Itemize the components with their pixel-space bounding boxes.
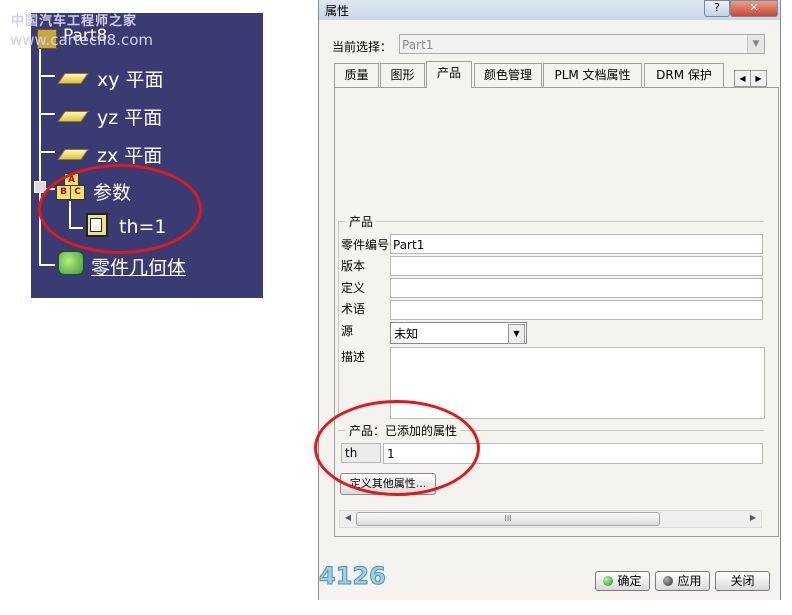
tab-scroll-left-icon[interactable]: ◀ bbox=[734, 70, 751, 87]
help-button[interactable]: ? bbox=[704, 0, 730, 17]
tree-trunk-line bbox=[39, 48, 41, 266]
define-other-properties-button[interactable]: 定义其他属性... bbox=[340, 473, 436, 495]
tree-item-label: yz 平面 bbox=[97, 107, 163, 129]
horizontal-scrollbar[interactable]: ◀ III ▶ bbox=[339, 510, 762, 528]
tab-drm-protection[interactable]: DRM 保护 bbox=[644, 63, 724, 87]
apply-button[interactable]: 应用 bbox=[655, 571, 710, 591]
tree-branch-line bbox=[39, 264, 55, 266]
tree-item-label: 参数 bbox=[93, 182, 132, 204]
collapse-toggle-icon[interactable] bbox=[34, 181, 46, 193]
tree-sub-trunk-line bbox=[69, 201, 71, 229]
tree-item-label: 零件几何体 bbox=[91, 257, 187, 279]
tree-item-label: th=1 bbox=[119, 216, 167, 238]
chevron-down-icon[interactable]: ▼ bbox=[747, 35, 764, 53]
revision-label: 版本 bbox=[341, 259, 366, 273]
param-letter-box: B bbox=[56, 185, 71, 200]
tab-product[interactable]: 产品 bbox=[426, 61, 472, 88]
close-button[interactable]: 关闭 bbox=[715, 571, 770, 591]
dialog-titlebar[interactable]: 属性 ? ✕ bbox=[319, 0, 780, 20]
source-value: 未知 bbox=[394, 327, 419, 341]
tree-item-parameters[interactable]: 参数 bbox=[93, 178, 131, 205]
plane-icon bbox=[57, 149, 89, 160]
tree-item-th-parameter[interactable]: th=1 bbox=[119, 216, 167, 238]
tree-branch-line bbox=[39, 75, 55, 77]
ok-button-label: 确定 bbox=[617, 573, 642, 588]
dialog-title: 属性 bbox=[325, 4, 350, 18]
tab-plm-document-properties[interactable]: PLM 文档属性 bbox=[543, 63, 642, 87]
tree-branch-line bbox=[39, 151, 55, 153]
nomenclature-label: 术语 bbox=[341, 302, 366, 316]
plane-icon bbox=[57, 73, 89, 84]
added-properties-group-legend: 产品：已添加的属性 bbox=[346, 422, 461, 439]
close-window-button[interactable]: ✕ bbox=[730, 0, 778, 17]
part-body-gear-icon bbox=[58, 251, 84, 275]
watermark-url: www.cartech8.com bbox=[10, 31, 154, 49]
tab-graphic[interactable]: 图形 bbox=[380, 63, 425, 87]
description-textarea[interactable] bbox=[390, 347, 765, 419]
ok-button[interactable]: 确定 bbox=[595, 571, 650, 591]
product-group-legend: 产品 bbox=[346, 213, 377, 230]
tree-branch-line bbox=[39, 113, 55, 115]
tab-mass[interactable]: 质量 bbox=[334, 63, 379, 87]
specification-tree: Part8 xy 平面 yz 平面 zx 平面 A B C 参数 th=1 零件… bbox=[31, 13, 263, 298]
added-property-value-input[interactable]: 1 bbox=[383, 443, 763, 464]
tree-item-part-body[interactable]: 零件几何体 bbox=[91, 253, 186, 280]
watermark-title: 中国汽车工程师之家 bbox=[11, 14, 138, 29]
scroll-left-arrow-icon[interactable]: ◀ bbox=[341, 511, 355, 525]
tree-item-yz-plane[interactable]: yz 平面 bbox=[57, 103, 163, 130]
tab-scroll-right-icon[interactable]: ▶ bbox=[750, 70, 767, 87]
group-border bbox=[338, 221, 764, 222]
apply-button-label: 应用 bbox=[677, 573, 702, 588]
definition-input[interactable] bbox=[390, 278, 763, 298]
current-selection-value: Part1 bbox=[402, 38, 434, 52]
definition-label: 定义 bbox=[341, 281, 366, 295]
ok-dot-icon bbox=[603, 576, 614, 586]
tree-item-label: zx 平面 bbox=[97, 145, 163, 167]
scroll-thumb[interactable]: III bbox=[356, 512, 660, 526]
param-letter-box: C bbox=[70, 185, 85, 200]
corner-number-logo: 4126 bbox=[319, 562, 387, 591]
tree-item-zx-plane[interactable]: zx 平面 bbox=[57, 141, 163, 168]
length-parameter-icon bbox=[81, 211, 108, 239]
properties-dialog: 属性 ? ✕ 当前选择： Part1 ▼ 质量 图形 产品 颜色管理 PLM 文… bbox=[318, 0, 781, 600]
plane-icon bbox=[57, 111, 89, 122]
part-number-label: 零件编号 bbox=[341, 238, 390, 252]
tab-color-management[interactable]: 颜色管理 bbox=[474, 63, 542, 87]
added-property-name: th bbox=[341, 443, 381, 463]
group-border bbox=[338, 221, 339, 417]
current-selection-label: 当前选择： bbox=[332, 40, 393, 54]
parameters-icon: A B C bbox=[56, 173, 86, 200]
source-dropdown[interactable]: 未知 ▼ bbox=[390, 322, 527, 344]
apply-dot-icon bbox=[663, 576, 674, 586]
scroll-right-arrow-icon[interactable]: ▶ bbox=[746, 511, 760, 525]
nomenclature-input[interactable] bbox=[390, 300, 763, 320]
description-label: 描述 bbox=[341, 350, 366, 364]
tree-item-xy-plane[interactable]: xy 平面 bbox=[57, 65, 164, 92]
chevron-down-icon[interactable]: ▼ bbox=[508, 324, 525, 344]
revision-input[interactable] bbox=[390, 256, 763, 276]
cube-inner-shape bbox=[90, 218, 102, 232]
source-label: 源 bbox=[341, 324, 354, 338]
current-selection-dropdown[interactable]: Part1 ▼ bbox=[399, 34, 765, 54]
part-number-input[interactable]: Part1 bbox=[390, 234, 763, 254]
tree-item-label: xy 平面 bbox=[97, 69, 164, 91]
